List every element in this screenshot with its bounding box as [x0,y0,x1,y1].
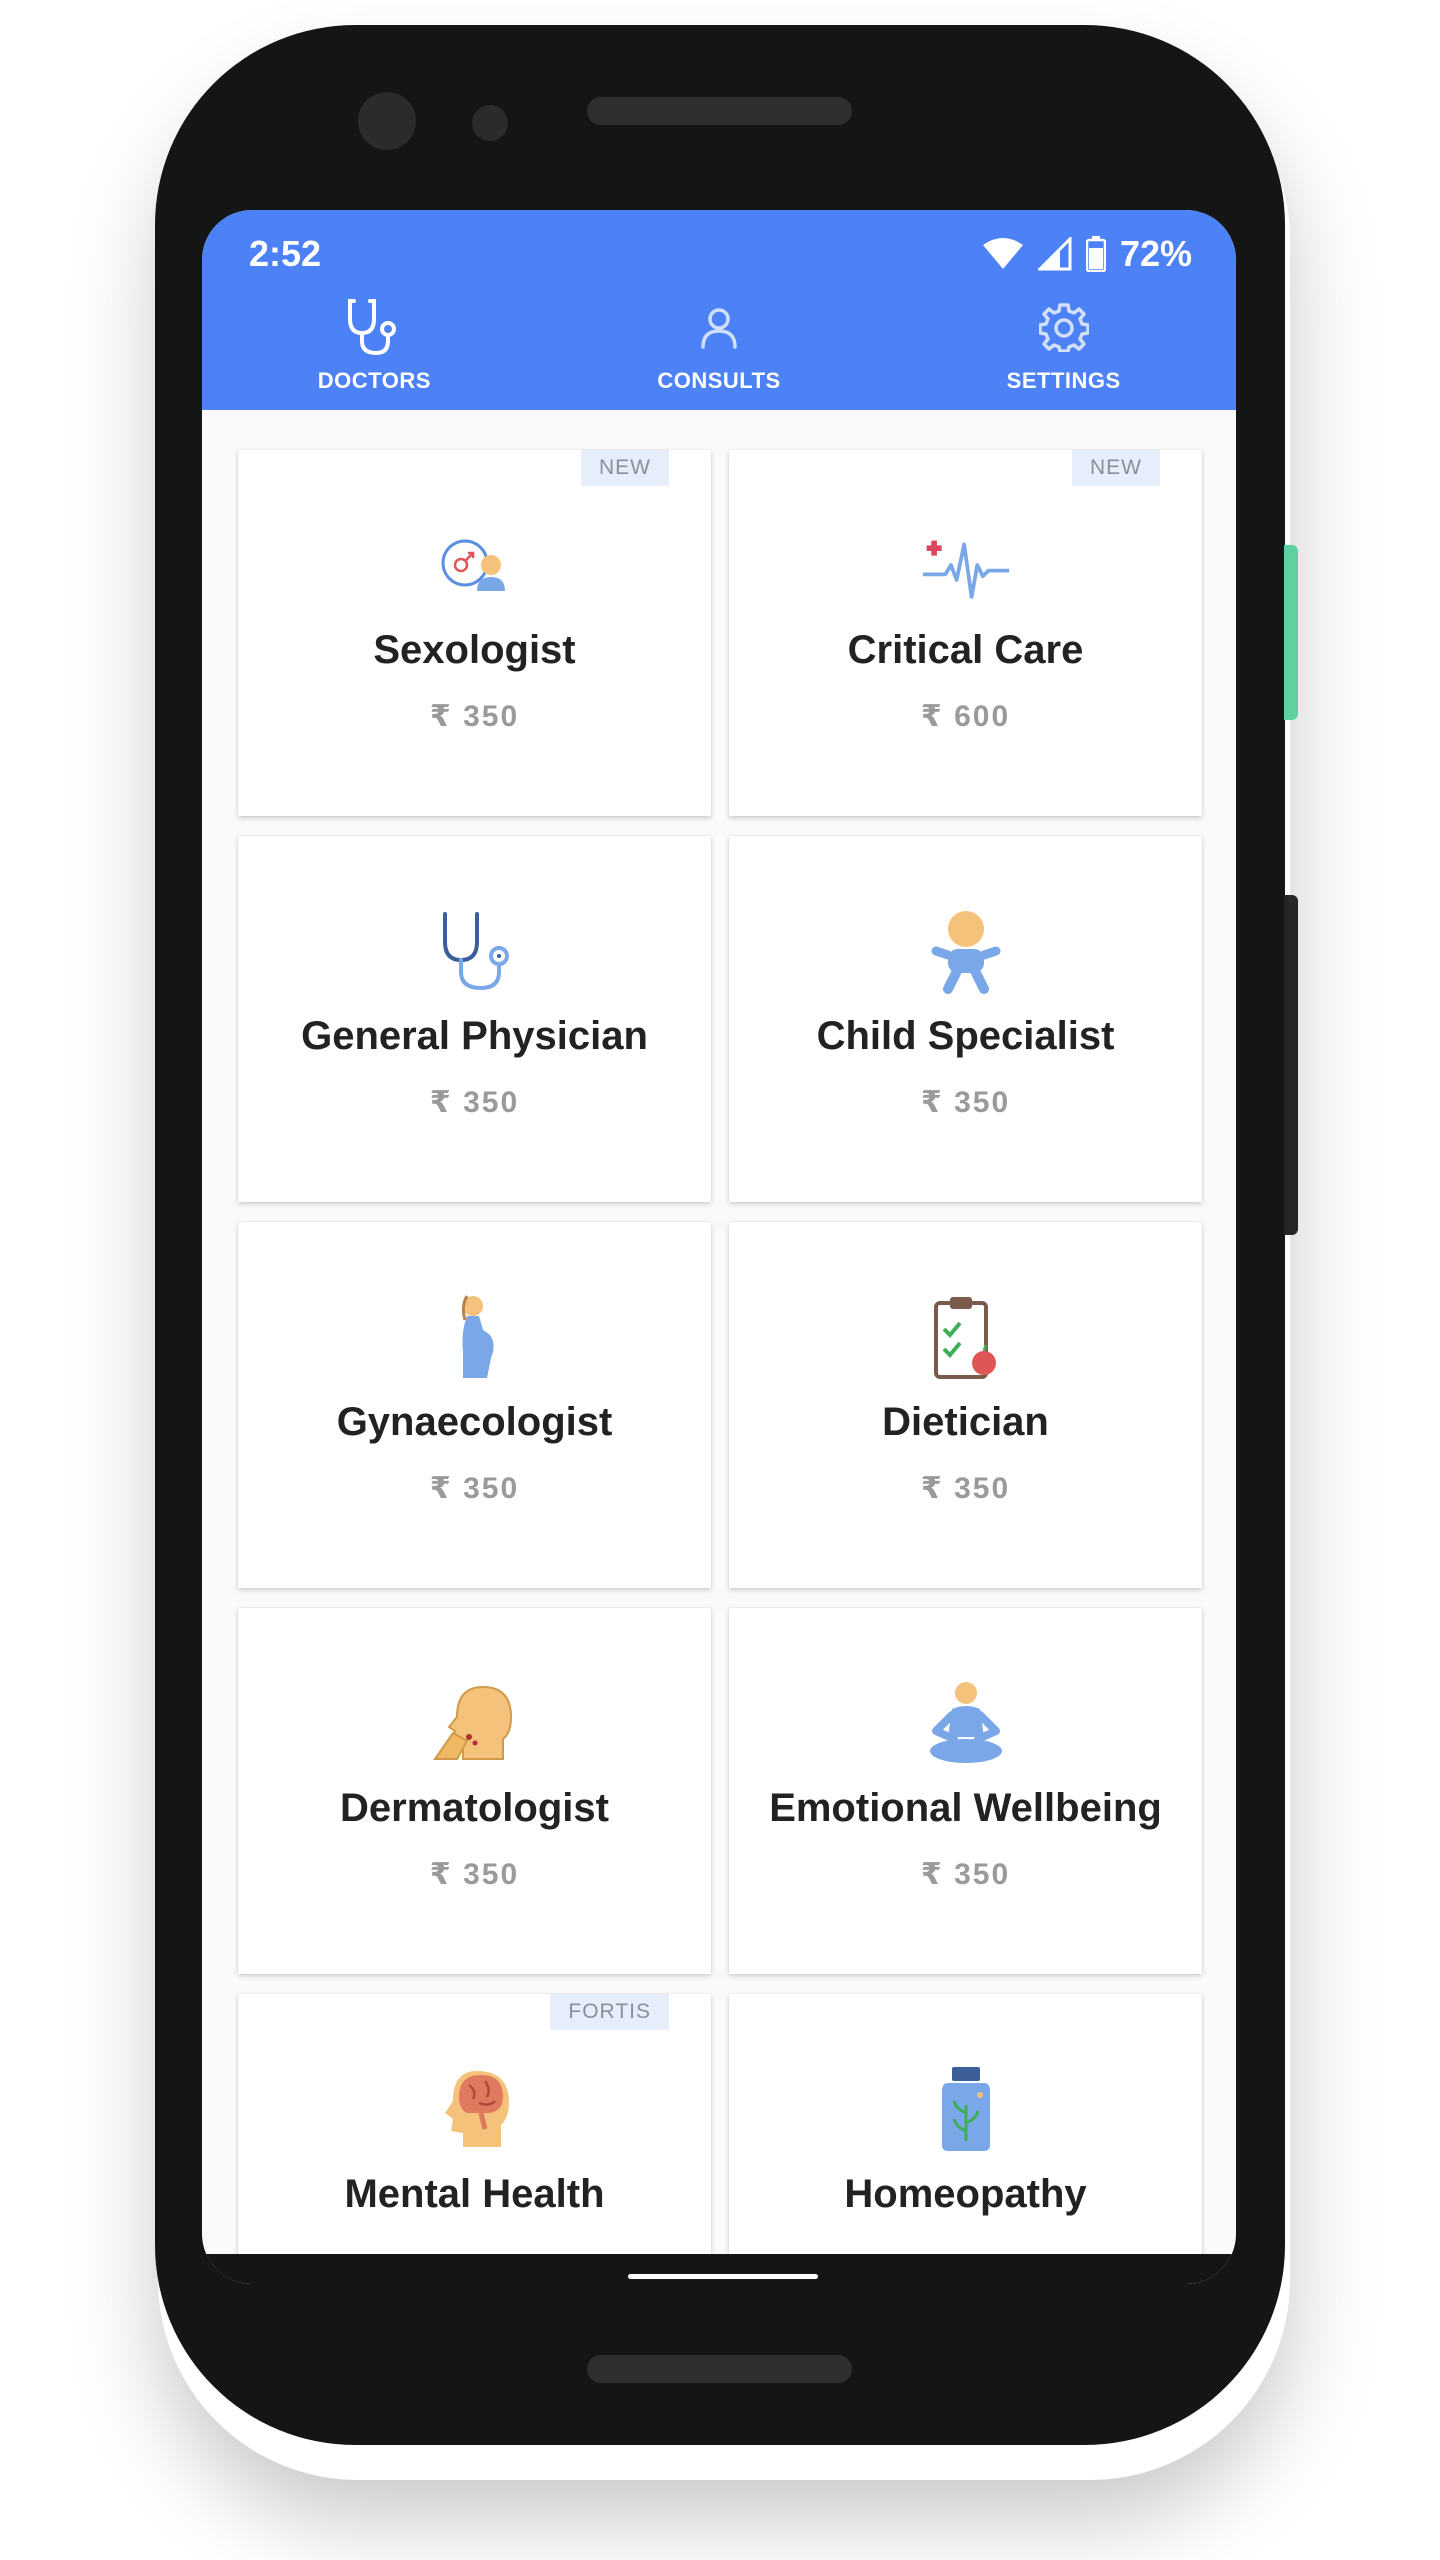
card-price: ₹ 600 [920,700,1011,733]
card-title: Homeopathy [844,2172,1087,2216]
baby-icon [921,906,1011,996]
card-title: Dietician [882,1400,1049,1444]
stethoscope-icon [341,294,407,360]
medicine-bottle-icon [921,2064,1011,2154]
bottom-speaker [587,2355,852,2383]
face-skin-icon [430,1678,520,1768]
card-dietician[interactable]: Dietician ₹ 350 [729,1222,1202,1588]
meditation-icon [921,1678,1011,1768]
tab-consults[interactable]: CONSULTS [547,280,892,410]
front-camera [358,92,416,150]
fortis-badge: FORTIS [550,1994,669,2030]
person-icon [686,294,752,360]
side-power-button [1284,895,1298,1235]
card-dermatologist[interactable]: Dermatologist ₹ 350 [238,1608,711,1974]
status-time: 2:52 [249,233,322,274]
card-price: ₹ 350 [429,1858,520,1891]
card-title: Gynaecologist [336,1400,613,1444]
home-gesture-handle[interactable] [628,2274,818,2279]
tab-doctors-label: DOCTORS [317,368,431,393]
new-badge: NEW [581,450,669,486]
card-title: Critical Care [847,628,1084,672]
card-gynaecologist[interactable]: Gynaecologist ₹ 350 [238,1222,711,1588]
stethoscope-icon [430,906,520,996]
tab-settings-label: SETTINGS [1006,368,1121,393]
card-price: ₹ 350 [429,1472,520,1505]
wifi-icon [982,238,1023,269]
heartbeat-icon [921,520,1011,610]
side-accent-button [1284,545,1298,720]
sexologist-icon [430,520,520,610]
card-title: Child Specialist [816,1014,1115,1058]
top-speaker [587,97,852,125]
card-title: Sexologist [373,628,576,672]
clipboard-apple-icon [921,1292,1011,1382]
tab-settings[interactable]: SETTINGS [891,280,1236,410]
card-title: General Physician [301,1014,648,1058]
signal-icon [1037,237,1072,271]
tab-consults-label: CONSULTS [657,368,781,393]
card-sexologist[interactable]: NEW Sexologist ₹ 350 [238,450,711,816]
card-price: ₹ 350 [920,1858,1011,1891]
card-homeopathy[interactable]: Homeopathy [729,1994,1202,2284]
system-nav-bar [202,2254,1236,2284]
gear-icon [1031,294,1097,360]
battery-icon [1085,236,1106,272]
app-screen: 2:52 72% DOCTORS CONSULTS SETTINGS NEW S… [202,210,1236,2284]
tab-doctors[interactable]: DOCTORS [202,280,547,410]
new-badge: NEW [1072,450,1160,486]
card-mental-health[interactable]: FORTIS Mental Health [238,1994,711,2284]
battery-percent: 72% [1119,233,1192,274]
pregnant-woman-icon [430,1292,520,1382]
brain-head-icon [430,2064,520,2154]
card-critical-care[interactable]: NEW Critical Care ₹ 600 [729,450,1202,816]
card-price: ₹ 350 [920,1086,1011,1119]
card-general-physician[interactable]: General Physician ₹ 350 [238,836,711,1202]
app-bar: 2:52 72% DOCTORS CONSULTS SETTINGS [202,210,1236,410]
tab-bar: DOCTORS CONSULTS SETTINGS [202,280,1236,410]
card-price: ₹ 350 [429,700,520,733]
specialty-grid: NEW Sexologist ₹ 350 NEW Critical Care ₹… [238,450,1204,2284]
card-title: Mental Health [344,2172,605,2216]
status-icons: 72% [982,224,1192,284]
card-price: ₹ 350 [429,1086,520,1119]
card-child-specialist[interactable]: Child Specialist ₹ 350 [729,836,1202,1202]
card-price: ₹ 350 [920,1472,1011,1505]
proximity-sensor [472,105,508,141]
card-emotional-wellbeing[interactable]: Emotional Wellbeing ₹ 350 [729,1608,1202,1974]
card-title: Dermatologist [340,1786,609,1830]
card-title: Emotional Wellbeing [769,1786,1162,1830]
